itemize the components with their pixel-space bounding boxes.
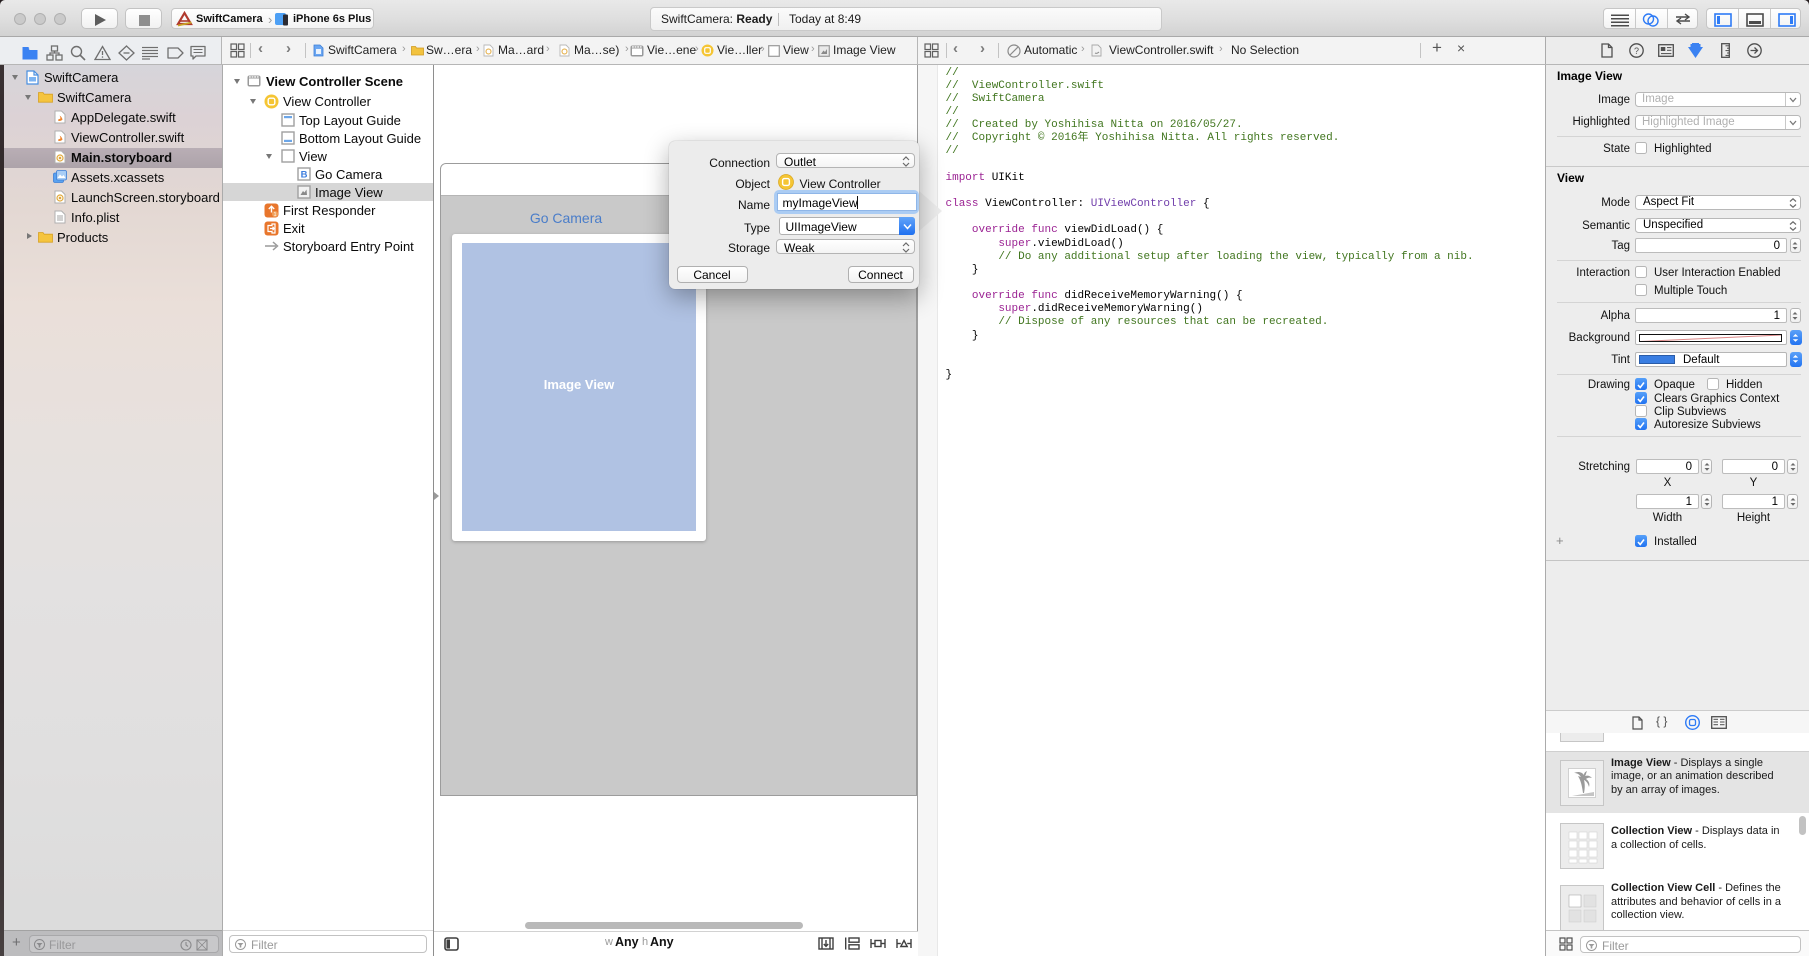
svg-text:1: 1 — [273, 212, 276, 218]
svg-text:?: ? — [1634, 46, 1639, 56]
svg-text:B: B — [301, 170, 308, 181]
